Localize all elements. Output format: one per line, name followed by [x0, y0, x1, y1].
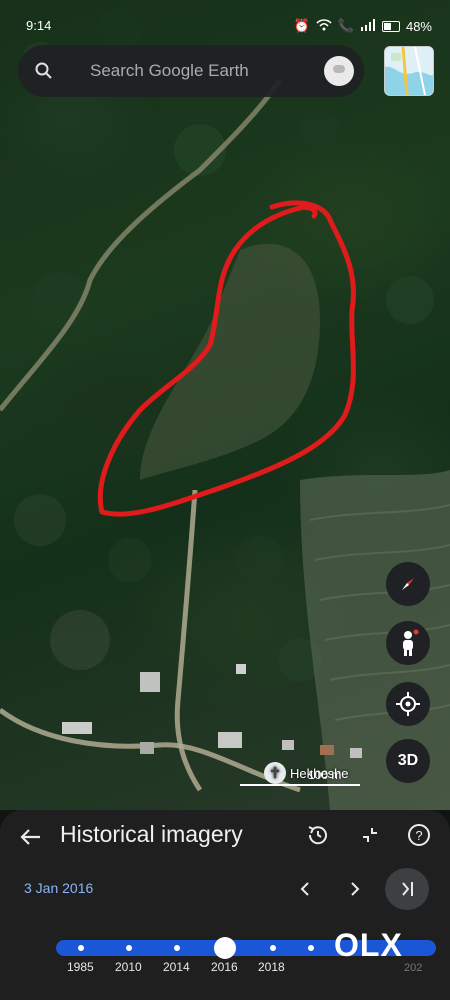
- timeline-tick: [270, 945, 276, 951]
- chevron-left-icon[interactable]: [292, 876, 318, 902]
- latest-imagery-button[interactable]: [385, 868, 429, 910]
- pegman-icon: [403, 629, 419, 656]
- scale-label: 100 m: [308, 768, 342, 782]
- location-target-icon: [396, 692, 420, 716]
- street-view-button[interactable]: [386, 621, 430, 665]
- cleared-area: [140, 243, 320, 480]
- year-label: 2016: [211, 960, 238, 974]
- satellite-map[interactable]: [0, 0, 450, 810]
- scale-bar: [240, 784, 360, 786]
- 3d-toggle-button[interactable]: 3D: [386, 739, 430, 783]
- status-icons: ⏰ 📞 48%: [294, 18, 432, 34]
- search-input[interactable]: Search Google Earth: [90, 61, 249, 81]
- imagery-date: 3 Jan 2016: [24, 880, 94, 896]
- battery-icon: [381, 20, 400, 32]
- compass-icon: [402, 578, 414, 590]
- year-label-partial: 202: [404, 962, 423, 974]
- map-scale: 100 m: [240, 768, 360, 790]
- timeline-knob[interactable]: [214, 937, 236, 959]
- historical-imagery-panel: Historical imagery ? 3 Jan 2016 1985 201…: [0, 810, 450, 1000]
- timeline-tick: [174, 945, 180, 951]
- timeline-tick: [126, 945, 132, 951]
- back-arrow-icon[interactable]: [18, 824, 44, 850]
- history-icon[interactable]: [305, 822, 331, 848]
- panel-title: Historical imagery: [60, 821, 243, 847]
- collapse-icon[interactable]: [357, 822, 383, 848]
- year-label: 2018: [258, 960, 285, 974]
- wifi-icon: [316, 18, 332, 34]
- timeline-tick: [78, 945, 84, 951]
- year-label: 2014: [163, 960, 190, 974]
- skip-to-end-icon: [402, 882, 413, 896]
- map-style-button[interactable]: [384, 46, 434, 96]
- battery-percent: 48%: [405, 18, 432, 34]
- svg-text:?: ?: [415, 828, 422, 843]
- year-label: 2010: [115, 960, 142, 974]
- search-icon: [35, 62, 52, 79]
- status-bar: 9:14 ⏰ 📞 48%: [0, 0, 450, 40]
- year-label: 1985: [67, 960, 94, 974]
- help-icon[interactable]: ?: [406, 822, 432, 848]
- map-imagery: [0, 8, 450, 810]
- olx-watermark: OLX: [334, 927, 403, 963]
- status-time: 9:14: [26, 18, 52, 33]
- alarm-icon: ⏰: [293, 18, 310, 33]
- call-icon: 📞: [337, 18, 354, 33]
- signal-icon: [360, 18, 376, 34]
- compass-button[interactable]: [386, 562, 430, 606]
- avatar[interactable]: [324, 56, 354, 86]
- timeline-tick: [308, 945, 314, 951]
- my-location-button[interactable]: [386, 682, 430, 726]
- search-bar[interactable]: Search Google Earth: [18, 45, 364, 97]
- map-layers-icon: [385, 47, 433, 95]
- chevron-right-icon[interactable]: [342, 876, 368, 902]
